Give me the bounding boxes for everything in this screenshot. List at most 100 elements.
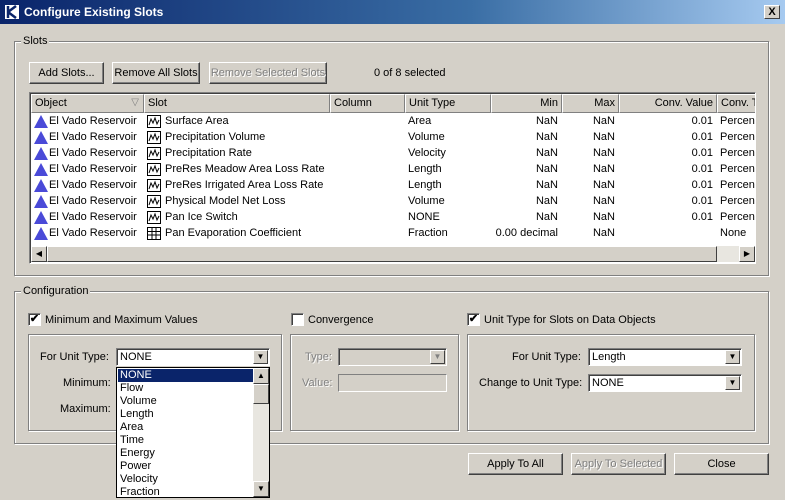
series-slot-icon (147, 115, 161, 128)
window-title: Configure Existing Slots (24, 5, 164, 19)
cell-object: El Vado Reservoir (49, 179, 137, 191)
convergence-type-select[interactable]: ▼ (338, 348, 447, 366)
table-row[interactable]: El Vado Reservoir PreRes Meadow Area Loss… (31, 162, 755, 178)
dropdown-option[interactable]: Volume (118, 395, 254, 408)
scroll-up-icon[interactable]: ▲ (253, 368, 269, 384)
column-header-conv-type[interactable]: Conv. T (717, 94, 755, 113)
cell-conv-type: Percent (720, 211, 756, 223)
column-header-column[interactable]: Column (330, 94, 405, 113)
cell-max: NaN (592, 211, 615, 223)
scroll-down-icon[interactable]: ▼ (253, 481, 269, 497)
dropdown-scrollbar-thumb[interactable] (253, 384, 269, 404)
cell-object: El Vado Reservoir (49, 147, 137, 159)
cell-min: NaN (535, 131, 558, 143)
unit-type-checkbox[interactable]: ✔ (467, 313, 480, 326)
cell-unit-type: NONE (408, 211, 440, 223)
cell-slot: Pan Ice Switch (165, 211, 238, 223)
convergence-checkbox[interactable] (291, 313, 304, 326)
dropdown-option[interactable]: NONE (117, 368, 255, 383)
cell-conv-type: Percent (720, 131, 756, 143)
dropdown-option[interactable]: Power (118, 460, 254, 473)
apply-to-all-button[interactable]: Apply To All (468, 453, 563, 475)
column-header-unit-type[interactable]: Unit Type (405, 94, 491, 113)
cell-object: El Vado Reservoir (49, 227, 137, 239)
cell-column (333, 227, 403, 242)
change-to-unit-type-select[interactable]: NONE ▼ (588, 374, 742, 392)
cell-unit-type: Volume (408, 131, 445, 143)
change-to-unit-type-value: NONE (592, 377, 624, 389)
cell-conv-type: Percent (720, 195, 756, 207)
cell-slot: Physical Model Net Loss (165, 195, 286, 207)
chevron-down-icon[interactable]: ▼ (725, 350, 740, 364)
cell-max: NaN (592, 227, 615, 239)
minmax-unit-type-label: For Unit Type: (40, 351, 109, 363)
dropdown-option[interactable]: Flow (118, 382, 254, 395)
apply-to-selected-button[interactable]: Apply To Selected (571, 453, 666, 475)
column-header-conv-value[interactable]: Conv. Value (619, 94, 717, 113)
table-row[interactable]: El Vado Reservoir Surface Area Area NaN NaN 0… (31, 114, 756, 130)
reservoir-object-icon (34, 227, 48, 240)
table-row[interactable]: El Vado Reservoir Pan Ice Switch NONE NaN Na… (31, 210, 756, 226)
dropdown-scrollbar[interactable]: ▲ ▼ (253, 368, 269, 497)
app-icon (4, 4, 20, 20)
cell-conv-value: 0.01 (691, 115, 713, 127)
chevron-down-icon[interactable]: ▼ (430, 350, 445, 364)
scrollbar-thumb[interactable] (47, 246, 717, 262)
dropdown-option[interactable]: Time (118, 434, 254, 447)
dropdown-option[interactable]: Fraction (118, 486, 254, 497)
for-unit-type-select[interactable]: Length ▼ (588, 348, 742, 366)
column-header-min[interactable]: Min (491, 94, 562, 113)
scroll-left-icon[interactable]: ◀ (31, 246, 47, 262)
reservoir-object-icon (34, 115, 48, 128)
table-row[interactable]: El Vado Reservoir Precipitation Volume Vol… (31, 130, 756, 146)
table-slot-icon (147, 227, 161, 240)
window-close-button[interactable]: X (764, 5, 780, 19)
cell-column (333, 147, 403, 162)
cell-column (333, 195, 403, 210)
table-row[interactable]: El Vado Reservoir Pan Evaporation Coeffic… (31, 226, 755, 242)
cell-slot: PreRes Irrigated Area Loss Rate (165, 179, 324, 191)
convergence-value-input[interactable] (338, 374, 447, 392)
series-slot-icon (147, 211, 161, 224)
remove-selected-slots-button[interactable]: Remove Selected Slots (209, 62, 327, 84)
chevron-down-icon[interactable]: ▼ (725, 376, 740, 390)
cell-conv-type: Percent (720, 115, 756, 127)
convergence-checkbox-label: Convergence (308, 314, 374, 326)
minmax-unit-type-select[interactable]: NONE ▼ (116, 348, 270, 366)
scroll-right-icon[interactable]: ▶ (739, 246, 755, 262)
slots-group-label: Slots (21, 35, 50, 47)
chevron-down-icon[interactable]: ▼ (253, 350, 268, 364)
minmax-checkbox[interactable]: ✔ (28, 313, 41, 326)
remove-all-slots-button[interactable]: Remove All Slots (112, 62, 200, 84)
dropdown-option[interactable]: Length (118, 408, 254, 421)
series-slot-icon (147, 131, 161, 144)
cell-unit-type: Length (408, 163, 442, 175)
column-header-object[interactable]: Object ▽ (31, 94, 144, 113)
for-unit-type-label: For Unit Type: (512, 351, 581, 363)
cell-column (333, 163, 403, 178)
cell-min: NaN (535, 115, 558, 127)
dropdown-option[interactable]: Energy (118, 447, 254, 460)
unit-type-dropdown-list[interactable]: NONE Flow Volume Length Area Time Energy Power V… (116, 367, 270, 498)
cell-slot: PreRes Meadow Area Loss Rate (165, 163, 325, 175)
column-header-max[interactable]: Max (562, 94, 619, 113)
reservoir-object-icon (34, 195, 48, 208)
table-row[interactable]: El Vado Reservoir PreRes Irrigated Area L… (31, 178, 755, 194)
cell-object: El Vado Reservoir (49, 115, 137, 127)
column-header-slot[interactable]: Slot (144, 94, 330, 113)
dropdown-option[interactable]: Area (118, 421, 254, 434)
cell-object: El Vado Reservoir (49, 211, 137, 223)
add-slots-button[interactable]: Add Slots... (29, 62, 104, 84)
configuration-group-label: Configuration (21, 285, 91, 297)
dropdown-option[interactable]: Velocity (118, 473, 254, 486)
cell-conv-value: 0.01 (691, 195, 713, 207)
table-header: Object ▽ Slot Column Unit Type Min Max Co… (31, 94, 755, 113)
close-button[interactable]: Close (674, 453, 769, 475)
table-row[interactable]: El Vado Reservoir Precipitation Rate Veloc… (31, 146, 755, 162)
table-row[interactable]: El Vado Reservoir Physical Model Net Loss… (31, 194, 756, 210)
cell-conv-value: 0.01 (691, 131, 713, 143)
unit-type-checkbox-label: Unit Type for Slots on Data Objects (484, 314, 656, 326)
reservoir-object-icon (34, 163, 48, 176)
horizontal-scrollbar[interactable]: ◀ ▶ (31, 246, 755, 262)
cell-column (333, 211, 403, 226)
